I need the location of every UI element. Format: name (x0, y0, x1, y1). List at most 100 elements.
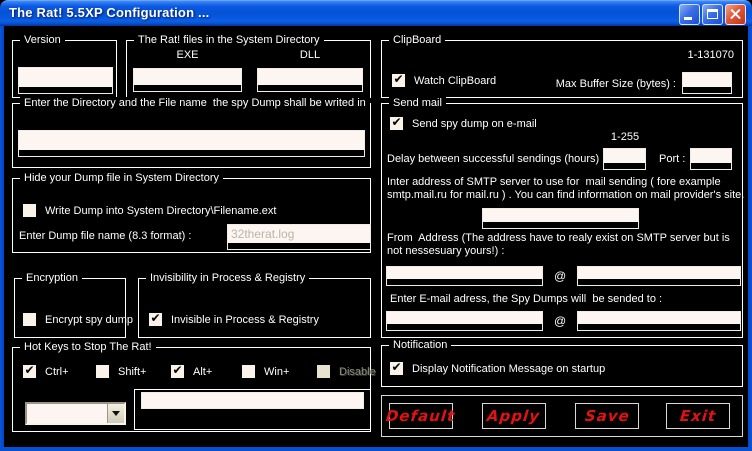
buffer-size-field[interactable] (682, 72, 732, 94)
hotkey-ctrl-row[interactable]: Ctrl+ (23, 365, 69, 378)
maximize-button[interactable] (702, 4, 723, 25)
hotkey-combobox-dropdown-button[interactable] (107, 404, 124, 423)
invisible-checkbox-row[interactable]: Invisible in Process & Registry (149, 313, 319, 326)
system-files-group: The Rat! files in the System Directory E… (126, 40, 371, 98)
hotkey-disable-label: Disable (339, 366, 376, 378)
send-dump-email-checkbox[interactable] (390, 117, 403, 130)
notification-group-title: Notification (389, 339, 451, 352)
window-title: The Rat! 5.5XP Configuration ... (9, 5, 209, 20)
watch-clipboard-checkbox[interactable] (392, 74, 405, 87)
dll-field[interactable] (257, 68, 363, 92)
hotkeys-group: Hot Keys to Stop The Rat! Ctrl+ Shift+ A… (12, 347, 371, 432)
from-at-sign: @ (554, 269, 566, 283)
invisible-checkbox[interactable] (149, 313, 162, 326)
from-address-label-line2: not nessesuary yours!) : (387, 245, 504, 258)
invisibility-group-title: Invisibility in Process & Registry (146, 272, 309, 285)
dll-label: DLL (257, 49, 363, 62)
notification-checkbox[interactable] (390, 362, 403, 375)
hide-dump-group-title: Hide your Dump file in System Directory (20, 172, 223, 185)
dump-filename-field[interactable] (227, 224, 371, 250)
dll-input[interactable] (258, 69, 362, 85)
send-mail-group-title: Send mail (389, 97, 446, 110)
send-dump-email-row[interactable]: Send spy dump on e-mail (390, 117, 537, 130)
from-user-field[interactable] (386, 266, 543, 286)
hotkey-display-field[interactable] (141, 392, 364, 409)
delay-input[interactable] (604, 149, 645, 163)
system-files-group-title: The Rat! files in the System Directory (134, 34, 324, 47)
send-dump-email-label: Send spy dump on e-mail (412, 118, 537, 130)
from-domain-input[interactable] (578, 267, 740, 279)
encrypt-checkbox[interactable] (23, 313, 36, 326)
encrypt-checkbox-label: Encrypt spy dump (45, 314, 133, 326)
exe-field[interactable] (133, 68, 242, 92)
titlebar[interactable]: The Rat! 5.5XP Configuration ... (0, 0, 752, 26)
to-user-input[interactable] (387, 312, 542, 324)
invisible-checkbox-label: Invisible in Process & Registry (171, 314, 319, 326)
hotkey-alt-checkbox[interactable] (171, 365, 184, 378)
dump-path-input[interactable] (19, 131, 364, 150)
save-button-label: Save (584, 407, 631, 425)
apply-button-label: Apply (487, 407, 542, 425)
apply-button[interactable]: Apply (482, 403, 546, 429)
from-user-input[interactable] (387, 267, 542, 279)
default-button[interactable]: Default (389, 403, 453, 429)
delay-field[interactable] (603, 148, 646, 170)
notification-group: Notification Display Notification Messag… (381, 345, 743, 387)
chevron-down-icon (112, 411, 120, 420)
watch-clipboard-row[interactable]: Watch ClipBoard (392, 74, 496, 87)
hotkey-win-label: Win+ (264, 366, 289, 378)
smtp-server-input[interactable] (483, 209, 638, 222)
invisibility-group: Invisibility in Process & Registry Invis… (138, 278, 371, 338)
port-input[interactable] (691, 149, 731, 163)
exit-button-label: Exit (679, 407, 717, 425)
hide-dump-group: Hide your Dump file in System Directory … (12, 178, 371, 253)
hotkey-shift-label: Shift+ (118, 366, 146, 378)
hotkey-shift-checkbox[interactable] (96, 365, 109, 378)
window-border-left (0, 26, 4, 451)
dump-filename-input[interactable] (228, 225, 370, 243)
to-domain-input[interactable] (578, 312, 740, 324)
close-icon (726, 5, 745, 24)
smtp-server-field[interactable] (482, 208, 639, 229)
exe-input[interactable] (134, 69, 241, 85)
from-address-label-line1: From Address (The address have to realy … (387, 232, 730, 245)
port-field[interactable] (690, 148, 732, 170)
hotkey-display-box (134, 389, 371, 430)
hotkey-combobox[interactable] (25, 402, 126, 425)
smtp-note-line2: smtp.mail.ru for mail.ru ) . You can fin… (387, 189, 744, 202)
notification-checkbox-label: Display Notification Message on startup (412, 363, 605, 375)
save-button[interactable]: Save (575, 403, 639, 429)
write-dump-checkbox-row[interactable]: Write Dump into System Directory\Filenam… (23, 204, 276, 217)
hotkey-combobox-value[interactable] (27, 404, 107, 423)
exit-button[interactable]: Exit (666, 403, 730, 429)
hotkey-disable-checkbox[interactable] (317, 365, 330, 378)
watch-clipboard-label: Watch ClipBoard (414, 75, 496, 87)
delay-label: Delay between successful sendings (hours… (387, 153, 605, 166)
encrypt-checkbox-row[interactable]: Encrypt spy dump (23, 313, 133, 326)
to-at-sign: @ (554, 314, 566, 328)
to-domain-field[interactable] (577, 311, 741, 331)
to-user-field[interactable] (386, 311, 543, 331)
hotkey-win-checkbox[interactable] (242, 365, 255, 378)
version-field[interactable] (18, 67, 113, 94)
hotkey-win-row[interactable]: Win+ (242, 365, 289, 378)
minimize-icon (684, 17, 692, 20)
version-input[interactable] (19, 68, 112, 87)
clipboard-group-title: ClipBoard (389, 34, 445, 47)
send-mail-group: Send mail Send spy dump on e-mail 1-255 … (381, 103, 743, 338)
write-dump-checkbox[interactable] (23, 204, 36, 217)
to-address-label: Enter E-mail adress, the Spy Dumps will … (390, 293, 662, 306)
buffer-size-label: Max Buffer Size (bytes) : (556, 78, 676, 91)
from-domain-field[interactable] (577, 266, 741, 286)
dump-path-field[interactable] (18, 130, 365, 157)
hotkey-disable-row[interactable]: Disable (317, 365, 376, 378)
hotkey-ctrl-checkbox[interactable] (23, 365, 36, 378)
notification-checkbox-row[interactable]: Display Notification Message on startup (390, 362, 605, 375)
minimize-button[interactable] (679, 4, 700, 25)
port-label: Port : (659, 153, 685, 166)
encryption-group-title: Encryption (22, 272, 82, 285)
close-button[interactable] (725, 4, 746, 25)
buffer-size-input[interactable] (683, 73, 731, 87)
hotkey-alt-row[interactable]: Alt+ (171, 365, 212, 378)
hotkey-shift-row[interactable]: Shift+ (96, 365, 146, 378)
